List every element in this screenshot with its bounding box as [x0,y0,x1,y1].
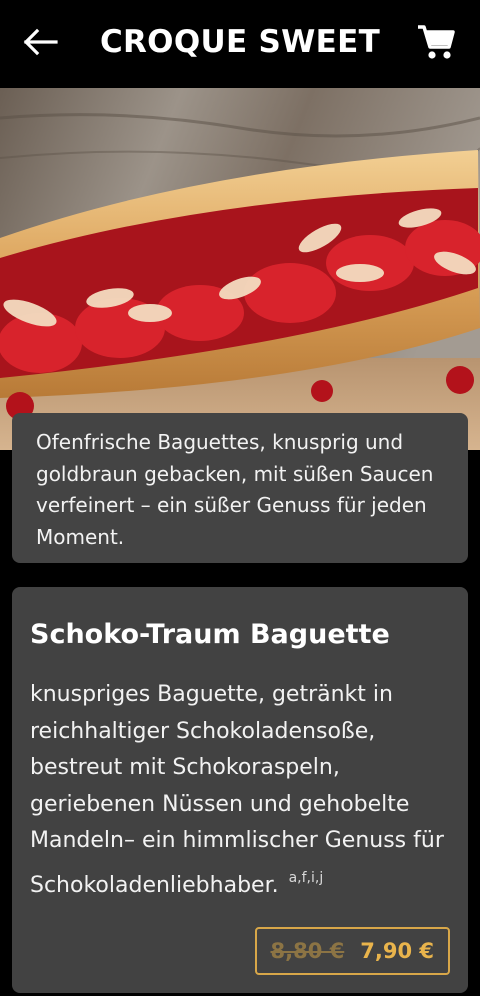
current-price: 7,90 € [360,939,434,963]
page-title: CROQUE SWEET [99,24,381,60]
cart-button[interactable] [416,22,456,62]
category-description: Ofenfrische Baguettes, knusprig und gold… [36,430,434,549]
shopping-cart-icon [418,25,455,59]
product-name: Schoko-Traum Baguette [30,619,390,650]
arrow-left-icon [23,28,58,56]
product-description: knuspriges Baguette, getränkt in reichha… [30,682,444,898]
price-badge: 8,80 € 7,90 € [254,927,450,975]
product-description-block: knuspriges Baguette, getränkt in reichha… [30,677,450,904]
allergen-codes: a,f,i,j [288,869,324,886]
hero-image [0,88,480,450]
category-description-card: Ofenfrische Baguettes, knusprig und gold… [12,413,468,563]
back-button[interactable] [20,22,60,62]
old-price: 8,80 € [270,939,345,963]
baguette-image [0,88,480,450]
product-card[interactable]: Schoko-Traum Baguette knuspriges Baguett… [12,587,468,993]
top-bar: CROQUE SWEET [0,0,480,88]
